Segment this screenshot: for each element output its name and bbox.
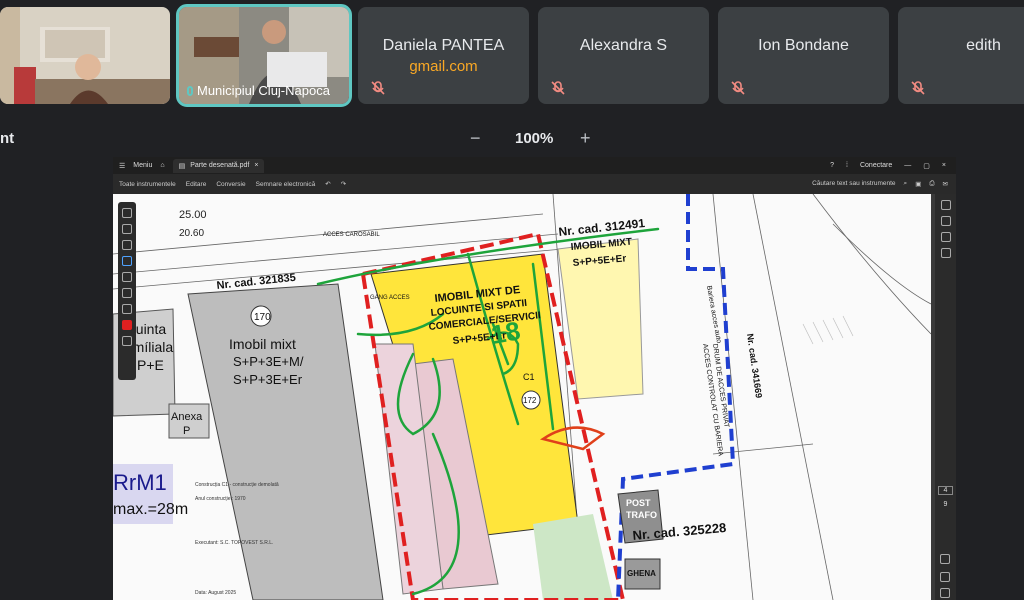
building-1-line-b: S+P+3E+Er xyxy=(233,372,303,387)
dim-label-2: 20.60 xyxy=(179,228,204,239)
document-canvas[interactable]: 25.00 20.60 Nr. cad. 321835 Nr. cad. 312… xyxy=(113,194,956,600)
building-number-172: 172 xyxy=(523,396,537,405)
participant-tile-6[interactable]: edith xyxy=(898,7,1024,104)
print-icon[interactable]: ⎙ xyxy=(929,180,934,188)
cad-label-4: Nr. cad. 341669 xyxy=(745,333,764,399)
trafo-label-2: TRAFO xyxy=(626,510,657,520)
participant-name-5: Ion Bondane xyxy=(758,37,849,54)
home-icon[interactable]: ⌂ xyxy=(160,162,164,169)
participant-tile-1[interactable] xyxy=(0,7,170,104)
menu-label[interactable]: Meniu xyxy=(133,162,152,169)
pen-icon[interactable] xyxy=(122,240,132,250)
dim-label-1: 25.00 xyxy=(179,209,207,221)
building-1-title: Imobil mixt xyxy=(229,336,296,352)
barrier-label: Bariera acces auto xyxy=(705,285,722,344)
zoom-out-button[interactable]: − xyxy=(470,128,481,149)
note-1: Construcția C1 - construcție demolată xyxy=(195,482,279,488)
stamp-icon[interactable] xyxy=(122,288,132,298)
mic-off-icon xyxy=(371,81,385,95)
participant-tile-5[interactable]: Ion Bondane xyxy=(718,7,889,104)
tab-document[interactable]: ▤ Parte desenată.pdf × xyxy=(172,158,265,173)
ghena-label: GHENA xyxy=(627,569,656,578)
minimize-icon[interactable]: — xyxy=(904,162,911,170)
zoom-in-button[interactable]: + xyxy=(580,128,591,149)
total-pages: 9 xyxy=(943,501,948,508)
pages-panel-icon[interactable] xyxy=(940,232,951,242)
refresh-icon[interactable] xyxy=(940,554,950,564)
participant-name-4: Alexandra S xyxy=(579,37,668,54)
participant-tile-3[interactable]: Daniela PANTEA gmail.com xyxy=(358,7,529,104)
current-page[interactable]: 4 xyxy=(938,486,953,495)
presentation-label: nt xyxy=(0,130,15,147)
participant-label-2: Municipiul Cluj-Napoca xyxy=(187,83,330,98)
text-box-icon[interactable] xyxy=(122,272,132,282)
toolbar-sign[interactable]: Semnare electronică xyxy=(256,181,316,188)
annex-label-2: P xyxy=(183,425,190,437)
height-limit-label: max.=28m xyxy=(113,501,188,518)
document-icon: ▤ xyxy=(178,162,186,170)
pdf-viewer-window: ☰ Meniu ⌂ ▤ Parte desenată.pdf × ? ⁞ Con… xyxy=(113,157,956,600)
menu-icon[interactable]: ☰ xyxy=(119,162,125,170)
connect-button[interactable]: Conectare xyxy=(860,162,892,170)
ai-assistant-icon[interactable] xyxy=(940,200,951,210)
participant-strip: Municipiul Cluj-Napoca Daniela PANTEA gm… xyxy=(0,4,1024,107)
note-3: Executant: S.C. TOPOVEST S.R.L. xyxy=(195,540,273,546)
pdf-titlebar: ☰ Meniu ⌂ ▤ Parte desenată.pdf × ? ⁞ Con… xyxy=(113,157,956,174)
mic-off-icon xyxy=(731,81,745,95)
close-tab-icon[interactable]: × xyxy=(254,162,258,170)
participant-name-3: Daniela PANTEA xyxy=(382,37,505,54)
pdf-toolbar: Toate instrumentele Editare Conversie Se… xyxy=(113,174,956,194)
participant-name-6: edith xyxy=(966,37,1001,54)
search-tools-input[interactable]: Căutare text sau instrumente xyxy=(812,180,895,188)
note-4: Data: August 2025 xyxy=(195,590,236,596)
color-picker-icon[interactable] xyxy=(122,320,132,330)
maximize-icon[interactable]: ▢ xyxy=(923,162,930,170)
access-label: ACCES CAROSABIL xyxy=(323,232,380,238)
apps-icon[interactable]: ⁞ xyxy=(846,162,848,170)
cursor-icon[interactable] xyxy=(122,208,132,218)
save-icon[interactable]: ▣ xyxy=(915,180,921,188)
note-2: Anul construcției: 1970 xyxy=(195,496,246,502)
comment-icon[interactable] xyxy=(122,224,132,234)
mic-off-icon xyxy=(911,81,925,95)
search-icon[interactable]: ⌕ xyxy=(904,180,908,188)
undo-icon[interactable]: ↶ xyxy=(325,180,330,188)
mail-icon[interactable]: ✉ xyxy=(943,180,948,188)
more-tools-icon[interactable] xyxy=(122,336,132,346)
page-indicator: 4 9 xyxy=(935,486,956,508)
zoom-out-icon[interactable] xyxy=(940,588,950,598)
annotation-toolbar xyxy=(118,202,136,380)
site-plan-drawing: 25.00 20.60 Nr. cad. 321835 Nr. cad. 312… xyxy=(113,194,931,600)
construction-c1-label: C1 xyxy=(523,372,535,382)
highlight-icon[interactable] xyxy=(122,256,132,266)
eraser-icon[interactable] xyxy=(122,304,132,314)
mic-on-icon xyxy=(187,85,193,96)
trafo-label-1: POST xyxy=(626,498,651,508)
annex-label-1: Anexa xyxy=(171,411,203,423)
zoom-in-icon[interactable] xyxy=(940,572,950,582)
building-number-170: 170 xyxy=(254,312,271,323)
handwritten-note: 18 xyxy=(489,315,523,350)
zoom-bar: nt − 100% + xyxy=(0,128,1024,150)
zone-label: RrM1 xyxy=(113,470,167,495)
right-sidebar: 4 9 xyxy=(935,194,956,600)
house-label-3: P+E xyxy=(137,357,164,373)
participant-video-1 xyxy=(0,7,170,104)
building-1-line-a: S+P+3E+M/ xyxy=(233,354,304,369)
mic-off-icon xyxy=(551,81,565,95)
toolbar-convert[interactable]: Conversie xyxy=(216,181,245,188)
gang-label: GANG ACCES xyxy=(370,295,410,301)
help-icon[interactable]: ? xyxy=(830,162,834,170)
close-window-icon[interactable]: × xyxy=(942,162,946,170)
toolbar-all-tools[interactable]: Toate instrumentele xyxy=(119,181,176,188)
zoom-level: 100% xyxy=(515,130,554,147)
layers-panel-icon[interactable] xyxy=(940,248,951,258)
comments-panel-icon[interactable] xyxy=(940,216,951,226)
participant-sub-3: gmail.com xyxy=(409,58,478,75)
site-plan-page: 25.00 20.60 Nr. cad. 321835 Nr. cad. 312… xyxy=(113,194,931,600)
participant-tile-4[interactable]: Alexandra S xyxy=(538,7,709,104)
redo-icon[interactable]: ↷ xyxy=(341,180,346,188)
toolbar-edit[interactable]: Editare xyxy=(186,181,207,188)
participant-tile-2[interactable]: Municipiul Cluj-Napoca xyxy=(176,4,352,107)
